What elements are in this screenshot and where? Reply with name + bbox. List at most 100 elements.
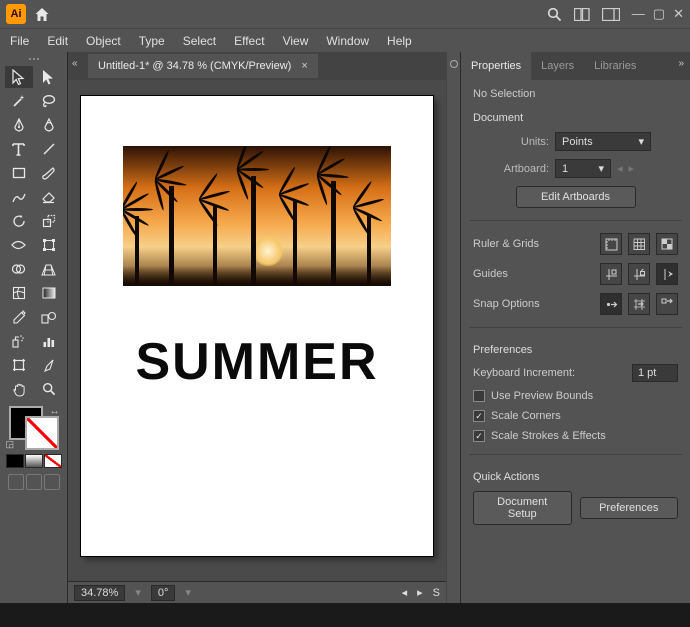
menu-object[interactable]: Object bbox=[86, 34, 121, 48]
blend-tool[interactable] bbox=[35, 306, 63, 328]
stroke-swatch[interactable] bbox=[25, 416, 59, 450]
snap-pixel-icon[interactable] bbox=[656, 293, 678, 315]
close-button[interactable]: ✕ bbox=[673, 6, 684, 22]
document-setup-button[interactable]: Document Setup bbox=[473, 491, 572, 525]
snap-point-icon[interactable] bbox=[600, 293, 622, 315]
type-tool[interactable] bbox=[5, 138, 33, 160]
next-artboard-icon[interactable]: ▸ bbox=[629, 162, 635, 175]
close-tab-icon[interactable]: × bbox=[301, 60, 307, 72]
tab-libraries[interactable]: Libraries bbox=[584, 52, 646, 80]
placed-image[interactable] bbox=[123, 146, 391, 286]
symbol-sprayer-tool[interactable] bbox=[5, 330, 33, 352]
scale-tool[interactable] bbox=[35, 210, 63, 232]
line-tool[interactable] bbox=[35, 138, 63, 160]
eyedropper-tool[interactable] bbox=[5, 306, 33, 328]
prev-artboard-icon[interactable]: ◂ bbox=[617, 162, 623, 175]
tab-properties[interactable]: Properties bbox=[461, 52, 531, 80]
mesh-tool[interactable] bbox=[5, 282, 33, 304]
guides-lock-icon[interactable] bbox=[628, 263, 650, 285]
menu-effect[interactable]: Effect bbox=[234, 34, 264, 48]
pen-tool[interactable] bbox=[5, 114, 33, 136]
artboard[interactable]: SUMMER bbox=[81, 96, 433, 556]
edit-artboards-button[interactable]: Edit Artboards bbox=[516, 186, 636, 208]
workspace-icon[interactable] bbox=[602, 8, 620, 21]
collapse-left-icon[interactable]: « bbox=[72, 58, 78, 69]
guides-label: Guides bbox=[473, 268, 594, 280]
curvature-tool[interactable] bbox=[35, 114, 63, 136]
preview-bounds-checkbox[interactable]: Use Preview Bounds bbox=[473, 390, 678, 402]
artboard-tool[interactable] bbox=[5, 354, 33, 376]
ruler-icon[interactable] bbox=[600, 233, 622, 255]
scroll-right-icon[interactable]: ▸ bbox=[417, 586, 423, 599]
perspective-tool[interactable] bbox=[35, 258, 63, 280]
collapse-right-icon[interactable]: » bbox=[678, 58, 684, 69]
collapsed-panel-strip[interactable] bbox=[446, 52, 460, 603]
document-tabbar: « Untitled-1* @ 34.78 % (CMYK/Preview) × bbox=[68, 52, 446, 80]
statusbar: 34.78% ▾ 0° ▾ ◂ ▸ S bbox=[68, 581, 446, 603]
properties-panel: Properties Layers Libraries » No Selecti… bbox=[460, 52, 690, 603]
menu-view[interactable]: View bbox=[283, 34, 309, 48]
titlebar: Ai — ▢ ✕ bbox=[0, 0, 690, 28]
menu-file[interactable]: File bbox=[10, 34, 29, 48]
menu-help[interactable]: Help bbox=[387, 34, 412, 48]
home-icon[interactable] bbox=[34, 7, 50, 22]
canvas[interactable]: SUMMER bbox=[68, 80, 446, 581]
none-mode-icon[interactable] bbox=[44, 454, 62, 468]
rectangle-tool[interactable] bbox=[5, 162, 33, 184]
hand-tool[interactable] bbox=[5, 378, 33, 400]
preferences-button[interactable]: Preferences bbox=[580, 497, 679, 519]
snap-options-label: Snap Options bbox=[473, 298, 594, 310]
document-tab[interactable]: Untitled-1* @ 34.78 % (CMYK/Preview) × bbox=[88, 54, 318, 78]
scale-corners-checkbox[interactable]: ✓Scale Corners bbox=[473, 410, 678, 422]
arrange-docs-icon[interactable] bbox=[574, 8, 590, 21]
selection-tool[interactable] bbox=[5, 66, 33, 88]
fill-stroke-swatches[interactable]: ↔ ◲ bbox=[6, 406, 62, 450]
swap-fill-stroke-icon[interactable]: ↔ bbox=[50, 406, 60, 417]
tab-layers[interactable]: Layers bbox=[531, 52, 584, 80]
menu-select[interactable]: Select bbox=[183, 34, 216, 48]
color-mode-icon[interactable] bbox=[6, 454, 24, 468]
shape-builder-tool[interactable] bbox=[5, 258, 33, 280]
default-fill-stroke-icon[interactable]: ◲ bbox=[6, 439, 15, 450]
paintbrush-tool[interactable] bbox=[35, 162, 63, 184]
column-graph-tool[interactable] bbox=[35, 330, 63, 352]
selection-status: No Selection bbox=[473, 88, 678, 100]
scale-strokes-checkbox[interactable]: ✓Scale Strokes & Effects bbox=[473, 430, 678, 442]
smart-guides-icon[interactable] bbox=[656, 263, 678, 285]
transparency-grid-icon[interactable] bbox=[656, 233, 678, 255]
free-transform-tool[interactable] bbox=[35, 234, 63, 256]
menu-edit[interactable]: Edit bbox=[47, 34, 68, 48]
gradient-tool[interactable] bbox=[35, 282, 63, 304]
zoom-field[interactable]: 34.78% bbox=[74, 585, 125, 601]
draw-inside-icon[interactable] bbox=[44, 474, 60, 490]
lasso-tool[interactable] bbox=[35, 90, 63, 112]
rotate-tool[interactable] bbox=[5, 210, 33, 232]
document-section-label: Document bbox=[473, 112, 678, 124]
units-select[interactable]: Points▾ bbox=[555, 132, 651, 151]
guides-show-icon[interactable] bbox=[600, 263, 622, 285]
draw-behind-icon[interactable] bbox=[26, 474, 42, 490]
direct-selection-tool[interactable] bbox=[35, 66, 63, 88]
gradient-mode-icon[interactable] bbox=[25, 454, 43, 468]
draw-normal-icon[interactable] bbox=[8, 474, 24, 490]
snap-grid-icon[interactable] bbox=[628, 293, 650, 315]
grid-icon[interactable] bbox=[628, 233, 650, 255]
menu-type[interactable]: Type bbox=[139, 34, 165, 48]
keyboard-increment-input[interactable]: 1 pt bbox=[632, 364, 678, 382]
magic-wand-tool[interactable] bbox=[5, 90, 33, 112]
eraser-tool[interactable] bbox=[35, 186, 63, 208]
maximize-button[interactable]: ▢ bbox=[653, 6, 665, 22]
keyboard-increment-label: Keyboard Increment: bbox=[473, 367, 626, 379]
text-object[interactable]: SUMMER bbox=[135, 332, 378, 392]
zoom-tool[interactable] bbox=[35, 378, 63, 400]
document-tab-title: Untitled-1* @ 34.78 % (CMYK/Preview) bbox=[98, 60, 291, 72]
rotate-field[interactable]: 0° bbox=[151, 585, 176, 601]
width-tool[interactable] bbox=[5, 234, 33, 256]
menu-window[interactable]: Window bbox=[326, 34, 369, 48]
scroll-left-icon[interactable]: ◂ bbox=[402, 586, 408, 599]
minimize-button[interactable]: — bbox=[632, 6, 645, 22]
shaper-tool[interactable] bbox=[5, 186, 33, 208]
artboard-select[interactable]: 1▾ bbox=[555, 159, 611, 178]
slice-tool[interactable] bbox=[35, 354, 63, 376]
search-icon[interactable] bbox=[547, 7, 562, 22]
